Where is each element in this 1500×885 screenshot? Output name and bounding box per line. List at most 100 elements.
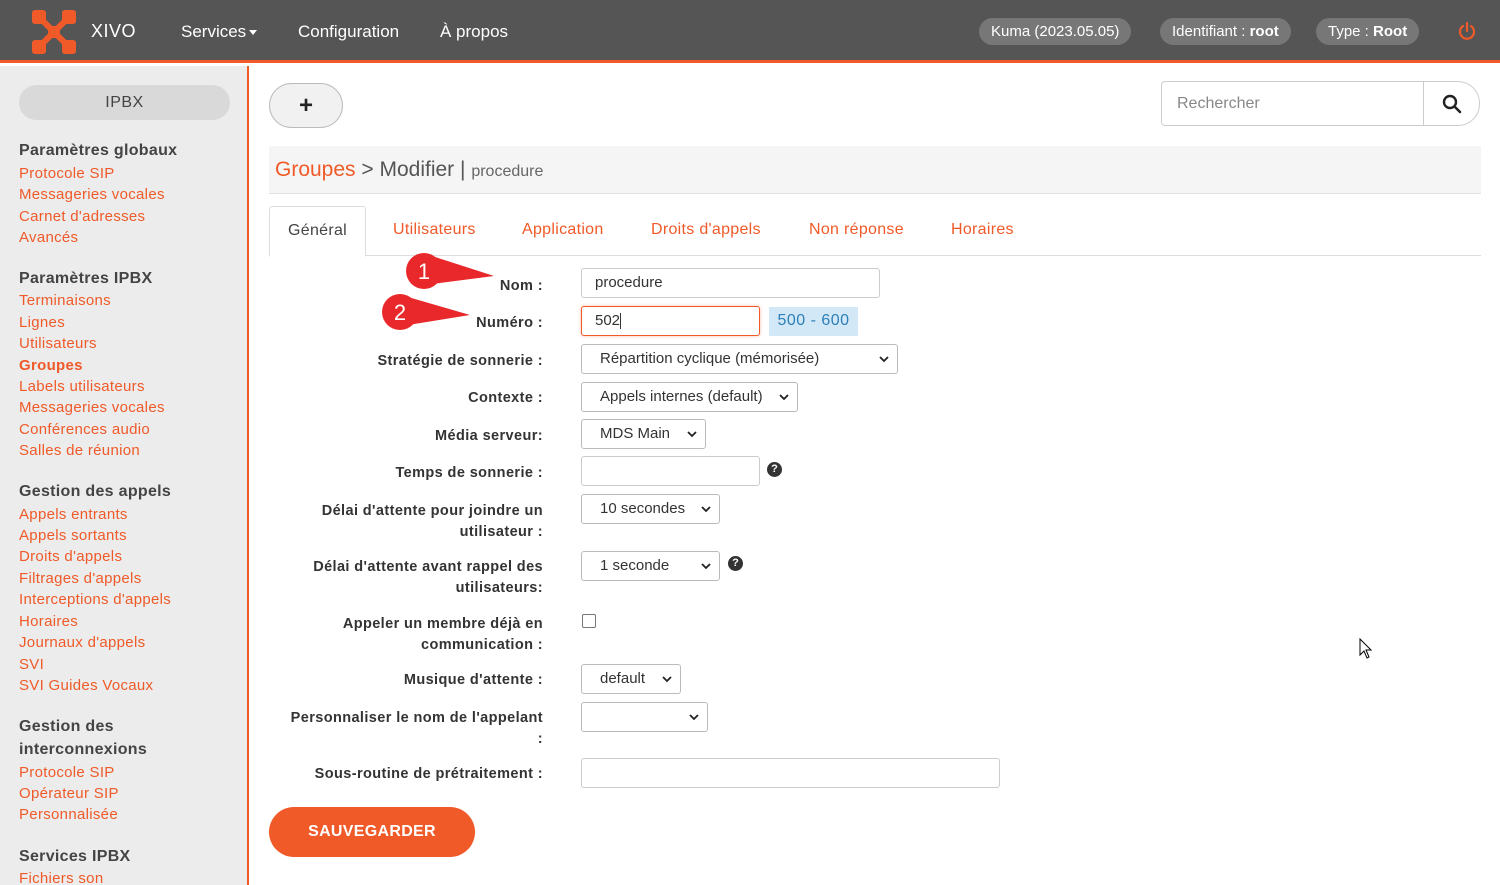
delai-rappel-select[interactable]: 1 seconde — [581, 551, 720, 581]
help-icon[interactable]: ? — [767, 462, 782, 477]
delai-joindre-value: 10 secondes — [600, 500, 686, 517]
sidebar-item-labels-utilisateurs[interactable]: Labels utilisateurs — [19, 378, 145, 396]
strategie-value: Répartition cyclique (mémorisée) — [600, 350, 820, 367]
tab-horaires[interactable]: Horaires — [951, 206, 1014, 256]
type-badge: Type : Root — [1316, 18, 1420, 45]
save-button[interactable]: SAUVEGARDER — [269, 807, 475, 857]
temps-sonnerie-input[interactable] — [581, 456, 760, 486]
delai-joindre-line2: utilisateur : — [459, 524, 543, 540]
sidebar-item-lignes[interactable]: Lignes — [19, 314, 65, 332]
sidebar-item-personnalisee[interactable]: Personnalisée — [19, 806, 118, 824]
help-icon[interactable]: ? — [728, 556, 743, 571]
sidebar-item-carnet-adresses[interactable]: Carnet d'adresses — [19, 208, 145, 226]
tab-bar: Général Utilisateurs Application Droits … — [269, 206, 1481, 257]
tab-droits-appels[interactable]: Droits d'appels — [651, 206, 761, 256]
xivo-logo-icon[interactable] — [30, 8, 78, 56]
delai-joindre-label: Délai d'attente pour joindre un utilisat… — [322, 501, 543, 543]
login-badge: Identifiant : root — [1160, 18, 1291, 45]
strategie-select[interactable]: Répartition cyclique (mémorisée) — [581, 344, 898, 374]
sidebar-item-operateur-sip[interactable]: Opérateur SIP — [19, 785, 119, 803]
annotation-number-2: 2 — [394, 300, 406, 325]
breadcrumb-groupes-link[interactable]: Groupes — [275, 158, 356, 181]
sidebar-item-avances[interactable]: Avancés — [19, 229, 78, 247]
version-badge: Kuma (2023.05.05) — [979, 18, 1132, 45]
text-caret — [620, 313, 622, 330]
numero-input[interactable]: 502 — [581, 306, 760, 336]
tab-utilisateurs[interactable]: Utilisateurs — [393, 206, 476, 256]
login-label: Identifiant : — [1172, 23, 1250, 40]
chevron-down-icon — [687, 431, 697, 438]
sidebar-item-filtrages-appels[interactable]: Filtrages d'appels — [19, 570, 142, 588]
personnaliser-appelant-line1: Personnaliser le nom de l'appelant — [290, 710, 543, 726]
login-value: root — [1249, 23, 1279, 40]
annotation-marker-1: 1 — [406, 253, 494, 289]
sidebar-item-journaux-appels[interactable]: Journaux d'appels — [19, 634, 145, 652]
sidebar-item-terminaisons[interactable]: Terminaisons — [19, 292, 111, 310]
sidebar-item-interceptions-appels[interactable]: Interceptions d'appels — [19, 591, 171, 609]
tab-general[interactable]: Général — [269, 206, 367, 257]
sidebar-section-ipbx[interactable]: IPBX — [19, 85, 230, 120]
sidebar-item-messageries-vocales[interactable]: Messageries vocales — [19, 186, 165, 204]
sidebar-heading-parametres-ipbx: Paramètres IPBX — [19, 270, 153, 287]
musique-attente-value: default — [600, 670, 646, 687]
strategie-label: Stratégie de sonnerie : — [377, 353, 543, 369]
annotation-number-1: 1 — [418, 259, 430, 284]
appeler-membre-label: Appeler un membre déjà en communication … — [343, 614, 543, 656]
sidebar-item-fichiers-son[interactable]: Fichiers son — [19, 870, 103, 885]
search-box — [1161, 81, 1480, 126]
sidebar-item-protocole-sip-interco[interactable]: Protocole SIP — [19, 764, 115, 782]
mouse-cursor-icon — [1359, 638, 1373, 659]
appeler-membre-line2: communication : — [420, 637, 543, 653]
breadcrumb-entity: procedure — [471, 163, 544, 180]
sidebar-item-svi[interactable]: SVI — [19, 656, 44, 674]
sous-routine-input[interactable] — [581, 758, 1000, 788]
nav-services-label: Services — [181, 22, 247, 41]
nav-configuration[interactable]: Configuration — [298, 22, 399, 42]
media-serveur-select[interactable]: MDS Main — [581, 419, 706, 449]
sidebar-item-appels-entrants[interactable]: Appels entrants — [19, 506, 128, 524]
annotation-marker-2: 2 — [382, 294, 470, 330]
sidebar-heading-gestion-appels: Gestion des appels — [19, 483, 172, 500]
search-button[interactable] — [1423, 82, 1480, 125]
sidebar-item-utilisateurs[interactable]: Utilisateurs — [19, 335, 97, 353]
sidebar-item-svi-guides-vocaux[interactable]: SVI Guides Vocaux — [19, 677, 153, 695]
sidebar-item-horaires[interactable]: Horaires — [19, 613, 78, 631]
delai-joindre-select[interactable]: 10 secondes — [581, 494, 720, 524]
numero-range-badge: 500 - 600 — [769, 307, 858, 336]
media-serveur-value: MDS Main — [600, 425, 671, 442]
sidebar-heading-services-ipbx: Services IPBX — [19, 848, 131, 865]
sidebar-item-messageries-vocales-ipbx[interactable]: Messageries vocales — [19, 399, 165, 417]
sidebar-item-conferences-audio[interactable]: Conférences audio — [19, 421, 150, 439]
personnaliser-appelant-label: Personnaliser le nom de l'appelant : — [291, 708, 543, 750]
sidebar-item-appels-sortants[interactable]: Appels sortants — [19, 527, 127, 545]
contexte-value: Appels internes (default) — [600, 388, 763, 405]
tab-non-reponse[interactable]: Non réponse — [809, 206, 904, 256]
appeler-membre-line1: Appeler un membre déjà en — [342, 616, 543, 632]
chevron-down-icon — [689, 714, 699, 721]
personnaliser-appelant-select[interactable] — [581, 702, 708, 732]
chevron-down-icon — [779, 394, 789, 401]
nav-a-propos[interactable]: À propos — [440, 22, 508, 42]
brand-name[interactable]: XIVO — [91, 21, 136, 42]
personnaliser-appelant-line2: : — [537, 731, 543, 747]
search-input[interactable] — [1162, 82, 1423, 125]
sidebar-item-salles-reunion[interactable]: Salles de réunion — [19, 442, 140, 460]
nom-label: Nom : — [499, 278, 543, 294]
delai-rappel-label: Délai d'attente avant rappel des utilisa… — [313, 557, 543, 599]
chevron-down-icon — [879, 356, 889, 363]
power-icon[interactable] — [1457, 21, 1477, 41]
nom-input[interactable]: procedure — [581, 268, 880, 298]
musique-attente-select[interactable]: default — [581, 664, 681, 694]
sidebar-item-protocole-sip[interactable]: Protocole SIP — [19, 165, 115, 183]
musique-attente-label: Musique d'attente : — [403, 672, 543, 688]
nav-services[interactable]: Services — [181, 22, 258, 42]
contexte-label: Contexte : — [468, 390, 543, 406]
add-button[interactable]: + — [269, 83, 343, 128]
contexte-select[interactable]: Appels internes (default) — [581, 382, 798, 412]
breadcrumb: Groupes > Modifier | procedure — [275, 158, 543, 182]
tab-application[interactable]: Application — [522, 206, 604, 256]
sidebar-item-groupes[interactable]: Groupes — [19, 357, 83, 375]
sidebar-item-droits-appels[interactable]: Droits d'appels — [19, 548, 122, 566]
caret-down-icon — [249, 30, 258, 36]
appeler-membre-checkbox[interactable] — [582, 614, 596, 628]
